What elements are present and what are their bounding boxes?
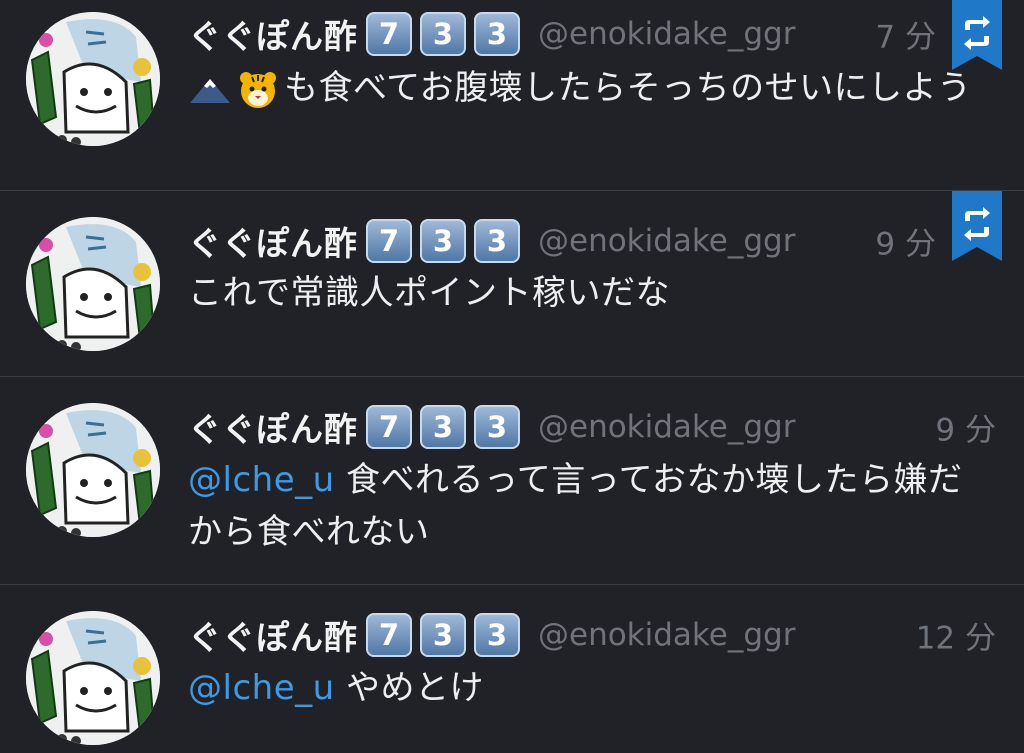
tweet-text: も食べてお腹壊したらそっちのせいにしよう bbox=[188, 62, 994, 114]
user-handle[interactable]: @enokidake_ggr bbox=[538, 409, 795, 445]
keycap-badge: 3 bbox=[474, 12, 520, 56]
keycap-badge: 7 bbox=[366, 613, 412, 657]
keycap-badge: 3 bbox=[420, 12, 466, 56]
tweet-text: これで常識人ポイント稼いだな bbox=[188, 267, 994, 319]
user-handle[interactable]: @enokidake_ggr bbox=[538, 617, 795, 653]
keycap-badge: 3 bbox=[474, 405, 520, 449]
tweet-header: ぐぐぽん酢 7 3 3 @enokidake_ggr 12 分 bbox=[188, 611, 1004, 659]
mountain-icon bbox=[190, 78, 230, 103]
avatar-image bbox=[26, 611, 160, 745]
retweet-icon bbox=[952, 191, 1002, 261]
tweet-text-content: も食べてお腹壊したらそっちのせいにしよう bbox=[284, 68, 972, 108]
keycap-badge: 3 bbox=[420, 613, 466, 657]
avatar-image bbox=[26, 217, 160, 351]
tweet-text: @lche_u やめとけ bbox=[188, 662, 994, 714]
display-name[interactable]: ぐぐぽん酢 bbox=[188, 10, 358, 58]
tweet-header: ぐぐぽん酢 7 3 3 @enokidake_ggr 7 分 bbox=[188, 10, 1004, 58]
keycap-badge: 3 bbox=[474, 613, 520, 657]
keycap-badge: 7 bbox=[366, 219, 412, 263]
retweet-badge bbox=[952, 191, 1002, 261]
mention-link[interactable]: @lche_u bbox=[188, 460, 335, 500]
avatar[interactable] bbox=[26, 217, 160, 351]
timestamp: 12 分 bbox=[915, 620, 996, 657]
keycap-badge: 3 bbox=[420, 219, 466, 263]
retweet-badge bbox=[952, 0, 1002, 70]
tweet-text-content: これで常識人ポイント稼いだな bbox=[188, 273, 670, 313]
user-handle[interactable]: @enokidake_ggr bbox=[538, 16, 795, 52]
retweet-icon bbox=[952, 0, 1002, 70]
keycap-badge: 7 bbox=[366, 405, 412, 449]
keycap-badge: 3 bbox=[420, 405, 466, 449]
tweet-text-content: やめとけ bbox=[334, 668, 484, 708]
timestamp: 9 分 bbox=[875, 226, 936, 263]
avatar[interactable] bbox=[26, 611, 160, 745]
display-name[interactable]: ぐぐぽん酢 bbox=[188, 403, 358, 451]
tweet-cell[interactable]: ぐぐぽん酢 7 3 3 @enokidake_ggr 9 分 @lche_u 食… bbox=[0, 377, 1024, 585]
tiger-icon bbox=[240, 71, 276, 108]
timestamp: 9 分 bbox=[935, 412, 996, 449]
avatar[interactable] bbox=[26, 403, 160, 537]
timestamp: 7 分 bbox=[875, 19, 936, 56]
mention-link[interactable]: @lche_u bbox=[188, 668, 335, 708]
display-name[interactable]: ぐぐぽん酢 bbox=[188, 217, 358, 265]
avatar-image bbox=[26, 403, 160, 537]
tweet-header: ぐぐぽん酢 7 3 3 @enokidake_ggr 9 分 bbox=[188, 403, 1004, 451]
tweet-header: ぐぐぽん酢 7 3 3 @enokidake_ggr 9 分 bbox=[188, 217, 1004, 265]
tweet-cell[interactable]: ぐぐぽん酢 7 3 3 @enokidake_ggr 9 分 これで常識人ポイン… bbox=[0, 191, 1024, 377]
avatar[interactable] bbox=[26, 12, 160, 146]
tweet-text: @lche_u 食べれるって言っておなか壊したら嫌だから食べれない bbox=[188, 454, 994, 558]
user-handle[interactable]: @enokidake_ggr bbox=[538, 223, 795, 259]
timeline: ぐぐぽん酢 7 3 3 @enokidake_ggr 7 分 も食べてお腹壊した… bbox=[0, 0, 1024, 753]
keycap-badge: 7 bbox=[366, 12, 412, 56]
avatar-image bbox=[26, 12, 160, 146]
tweet-cell[interactable]: ぐぐぽん酢 7 3 3 @enokidake_ggr 12 分 @lche_u … bbox=[0, 585, 1024, 753]
keycap-badge: 3 bbox=[474, 219, 520, 263]
display-name[interactable]: ぐぐぽん酢 bbox=[188, 611, 358, 659]
tweet-cell[interactable]: ぐぐぽん酢 7 3 3 @enokidake_ggr 7 分 も食べてお腹壊した… bbox=[0, 0, 1024, 191]
